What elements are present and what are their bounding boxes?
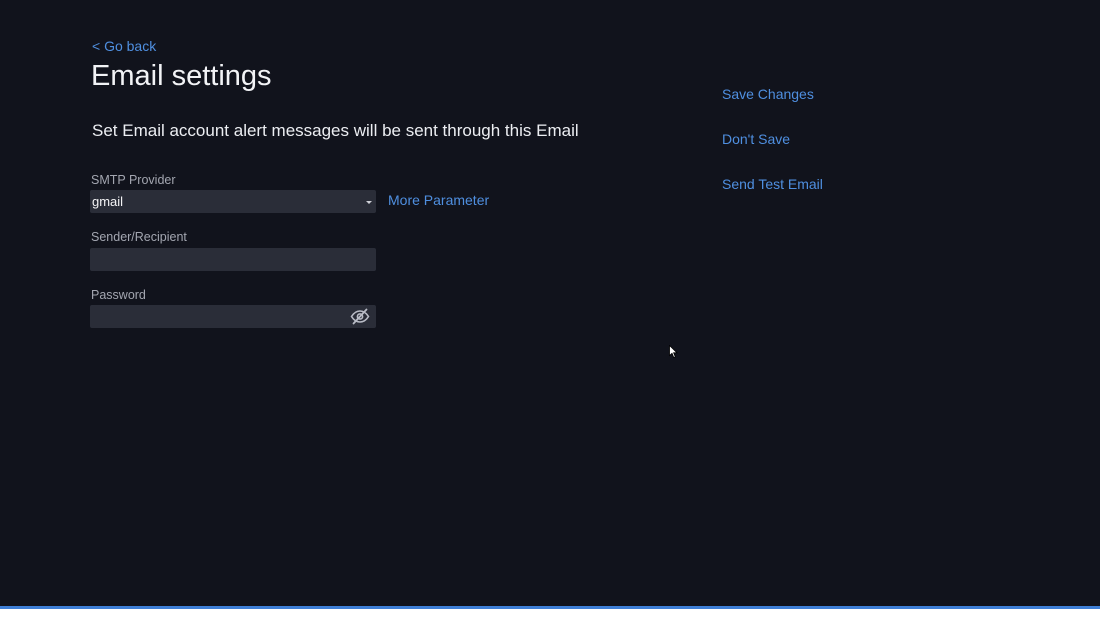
send-test-email-button[interactable]: Send Test Email — [722, 176, 823, 192]
sender-recipient-label: Sender/Recipient — [91, 230, 187, 244]
eye-slash-icon[interactable] — [350, 308, 370, 325]
mouse-cursor-icon — [669, 345, 678, 359]
chevron-down-icon — [366, 201, 372, 204]
page-subtitle: Set Email account alert messages will be… — [92, 121, 579, 140]
save-changes-button[interactable]: Save Changes — [722, 86, 814, 102]
smtp-provider-select[interactable]: gmail — [90, 190, 376, 213]
email-settings-page: < Go back Email settings Set Email accou… — [0, 0, 1100, 606]
bottom-strip — [0, 609, 1100, 619]
dont-save-button[interactable]: Don't Save — [722, 131, 790, 147]
go-back-link[interactable]: < Go back — [92, 38, 156, 54]
page-title: Email settings — [91, 60, 272, 92]
smtp-provider-value: gmail — [92, 194, 124, 209]
smtp-provider-label: SMTP Provider — [91, 173, 176, 187]
password-input[interactable] — [90, 305, 376, 328]
sender-recipient-input[interactable] — [90, 248, 376, 271]
password-label: Password — [91, 288, 146, 302]
more-parameter-link[interactable]: More Parameter — [388, 192, 489, 208]
